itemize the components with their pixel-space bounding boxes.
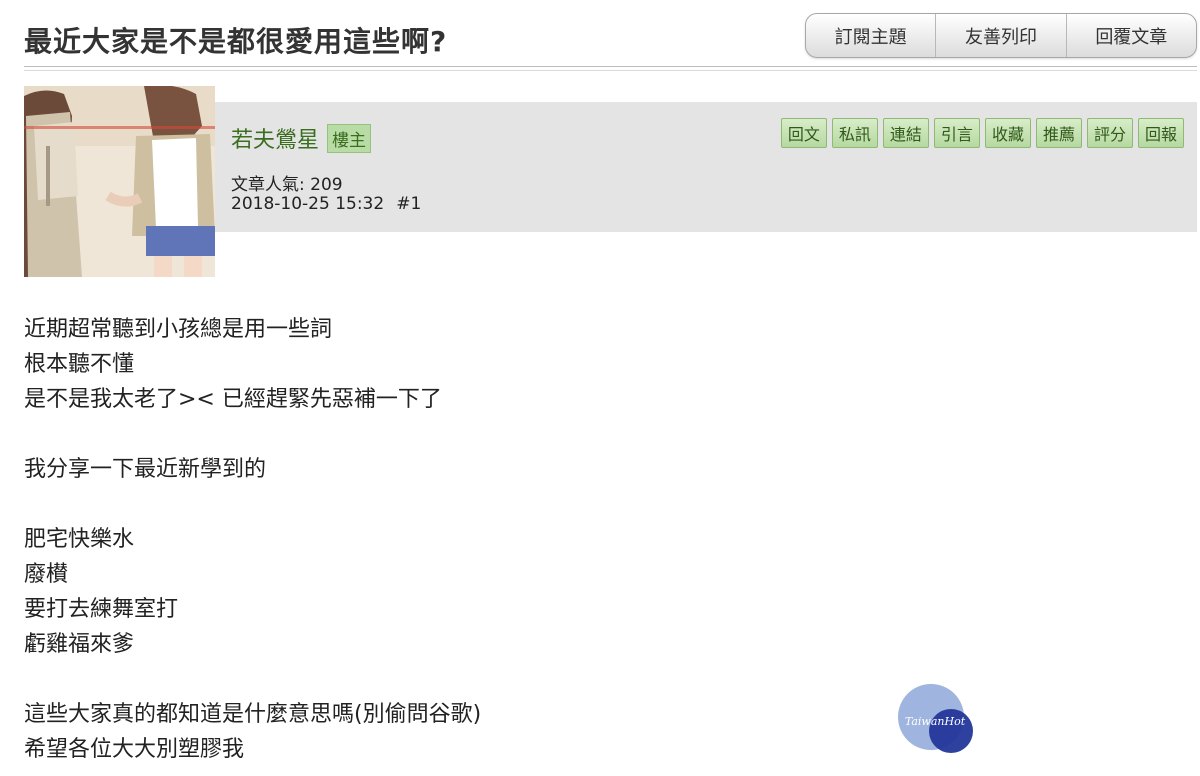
author-row: 若夫鶯星 樓主 bbox=[231, 122, 372, 154]
post-line: 我分享一下最近新學到的 bbox=[24, 457, 267, 482]
post-line: 肥宅快樂水 bbox=[24, 527, 135, 552]
title-divider bbox=[24, 66, 1197, 67]
private-message-button[interactable]: 私訊 bbox=[831, 118, 878, 148]
post-actions: 回文 私訊 連結 引言 收藏 推薦 評分 回報 bbox=[780, 118, 1184, 148]
post-line: 要打去練舞室打 bbox=[24, 597, 179, 622]
svg-text:TaiwanHot: TaiwanHot bbox=[905, 715, 966, 728]
post-line: 是不是我太老了>< 已經趕緊先惡補一下了 bbox=[24, 387, 442, 412]
post-line: 這些大家真的都知道是什麼意思嗎(別偷問谷歌) bbox=[24, 702, 482, 727]
avatar[interactable] bbox=[24, 86, 215, 277]
favorite-button[interactable]: 收藏 bbox=[984, 118, 1031, 148]
post-floor-link[interactable]: #1 bbox=[396, 194, 421, 214]
watermark-icon: TaiwanHot bbox=[898, 684, 973, 753]
post-line bbox=[24, 487, 481, 522]
post-line: 根本聽不懂 bbox=[24, 352, 135, 377]
op-badge: 樓主 bbox=[327, 123, 372, 153]
post-body: 近期超常聽到小孩總是用一些詞 根本聽不懂 是不是我太老了>< 已經趕緊先惡補一下… bbox=[24, 312, 481, 767]
post-line bbox=[24, 417, 481, 452]
taiwanhot-watermark-logo: TaiwanHot bbox=[897, 683, 977, 755]
title-divider-secondary bbox=[24, 70, 1197, 71]
post-line bbox=[24, 662, 481, 697]
post-header: 若夫鶯星 樓主 文章人氣: 209 2018-10-25 15:32 #1 回文… bbox=[215, 102, 1197, 232]
link-button[interactable]: 連結 bbox=[882, 118, 929, 148]
avatar-image bbox=[24, 86, 215, 277]
post-line: 近期超常聽到小孩總是用一些詞 bbox=[24, 317, 333, 342]
recommend-button[interactable]: 推薦 bbox=[1035, 118, 1082, 148]
post-line: 希望各位大大別塑膠我 bbox=[24, 737, 245, 762]
thread-title: 最近大家是不是都很愛用這些啊? bbox=[24, 25, 448, 58]
post-line: 廢櫕 bbox=[24, 562, 69, 587]
quote-button[interactable]: 引言 bbox=[933, 118, 980, 148]
post-popularity: 文章人氣: 209 bbox=[231, 175, 343, 195]
rate-button[interactable]: 評分 bbox=[1086, 118, 1133, 148]
thread-toolbar: 訂閱主題 友善列印 回覆文章 bbox=[805, 13, 1197, 58]
post-date: 2018-10-25 15:32 bbox=[231, 194, 385, 214]
print-button[interactable]: 友善列印 bbox=[936, 14, 1067, 57]
post-line: 虧雞福來爹 bbox=[24, 632, 135, 657]
report-button[interactable]: 回報 bbox=[1137, 118, 1184, 148]
reply-post-button[interactable]: 回文 bbox=[780, 118, 827, 148]
post-meta: 2018-10-25 15:32 #1 bbox=[231, 194, 421, 214]
author-name[interactable]: 若夫鶯星 bbox=[231, 122, 319, 154]
reply-thread-button[interactable]: 回覆文章 bbox=[1067, 14, 1196, 57]
subscribe-button[interactable]: 訂閱主題 bbox=[806, 14, 937, 57]
